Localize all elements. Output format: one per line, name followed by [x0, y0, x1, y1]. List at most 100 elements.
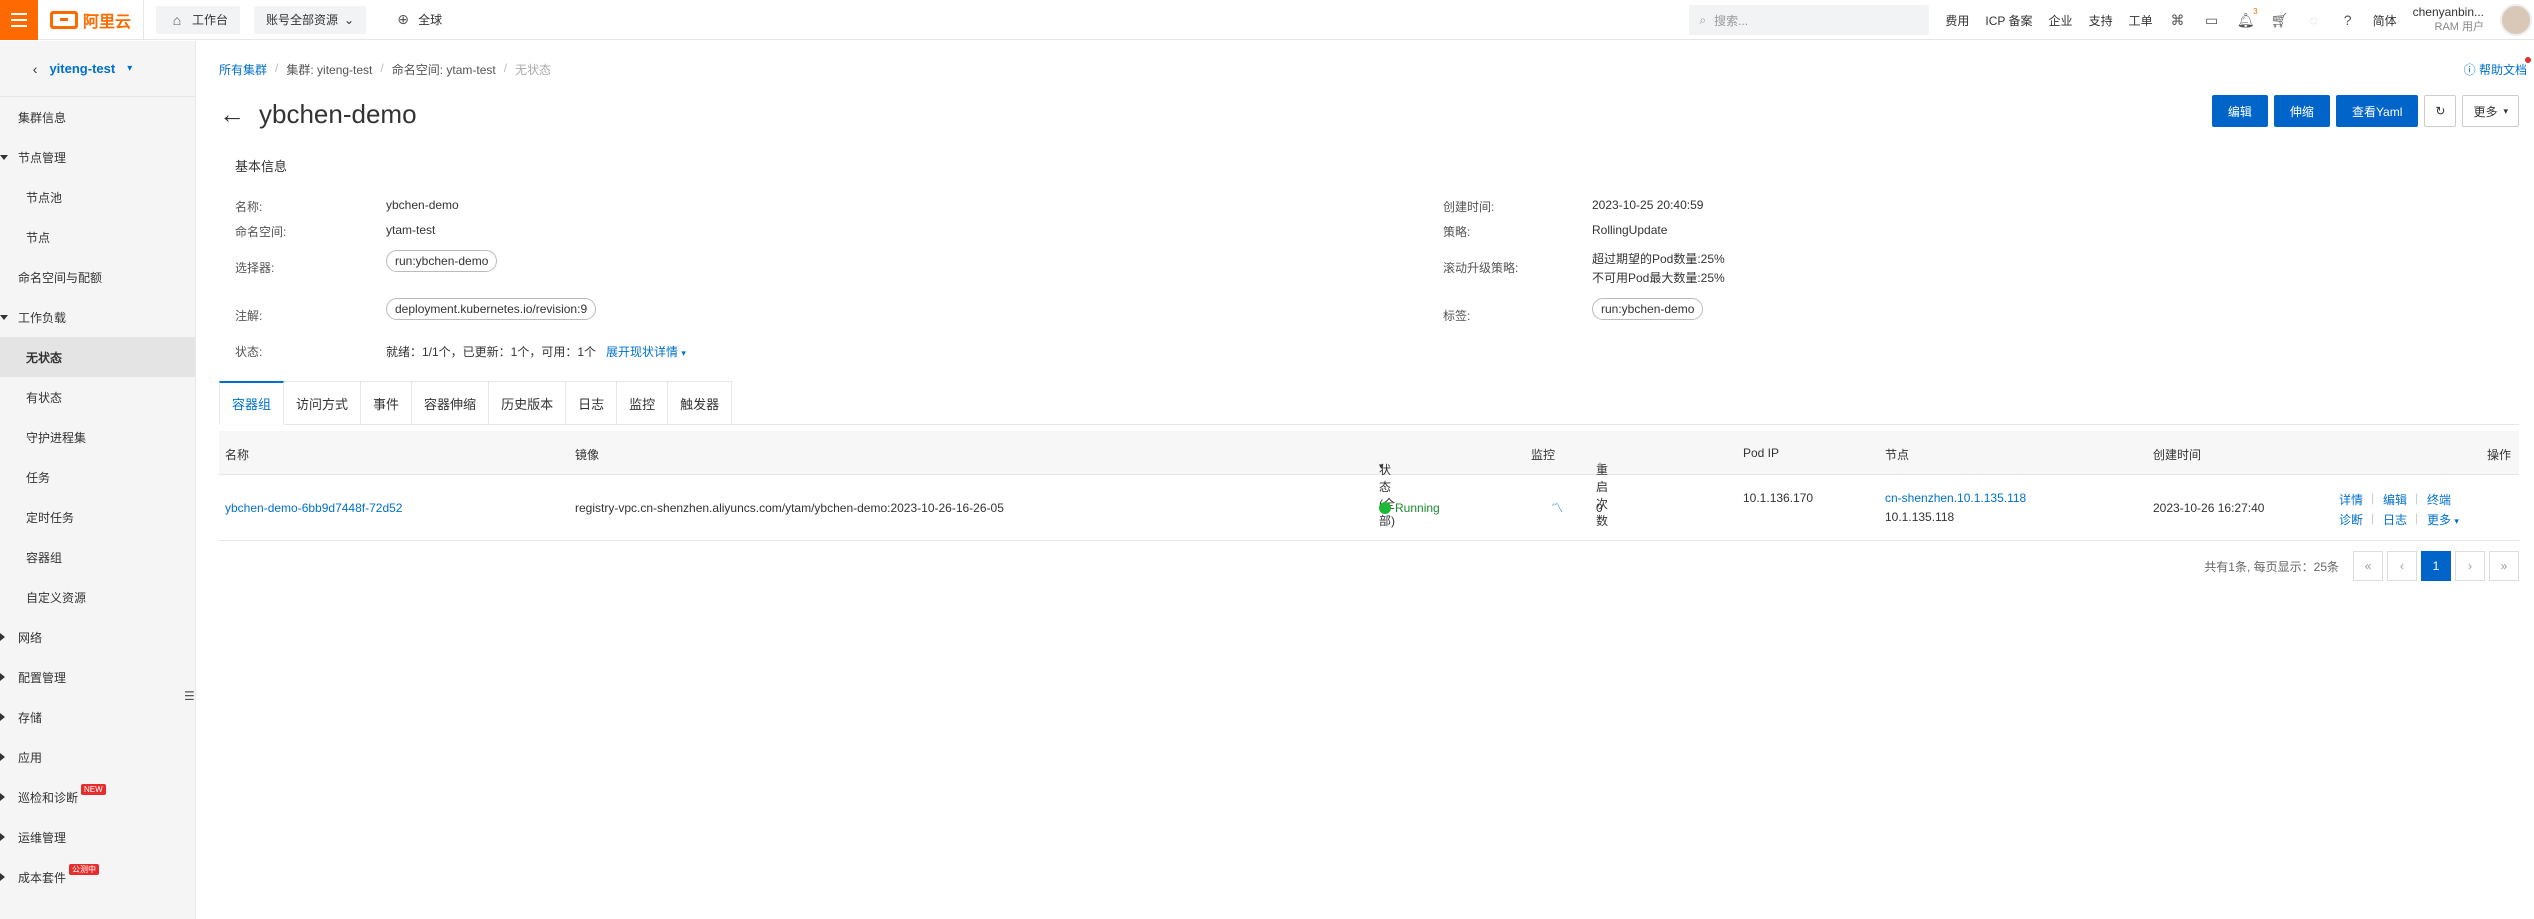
sidebar-item-14[interactable]: 配置管理	[0, 657, 195, 697]
sidebar-item-19[interactable]: 成本套件 公测中	[0, 857, 195, 897]
breadcrumb-cluster[interactable]: 集群: yiteng-test	[286, 61, 372, 78]
name-label: 名称:	[235, 200, 263, 214]
next-page-button[interactable]: ›	[2455, 551, 2485, 581]
tab-monitoring[interactable]: 监控	[617, 381, 669, 425]
sidebar-item-11[interactable]: 容器组	[0, 537, 195, 577]
resource-scope-dropdown[interactable]: 账号全部资源 ⌄	[254, 5, 367, 34]
created-label: 创建时间:	[1443, 200, 1495, 214]
cluster-switcher[interactable]: ‹ yiteng-test ▾	[0, 41, 195, 97]
cluster-name: yiteng-test	[49, 61, 116, 76]
node-link[interactable]: cn-shenzhen.10.1.135.118	[1885, 491, 2026, 505]
col-pod-ip: Pod IP	[1743, 446, 1780, 460]
pod-name-link[interactable]: ybchen-demo-6bb9d7448f-72d52	[225, 501, 402, 515]
terminal-icon[interactable]: ▭	[2203, 11, 2221, 29]
chevron-down-icon: ▾	[127, 63, 133, 74]
sidebar-item-17[interactable]: 巡检和诊断 NEW	[0, 777, 195, 817]
sidebar-item-label: 无状态	[26, 350, 63, 365]
last-page-button[interactable]: »	[2489, 551, 2519, 581]
sidebar-item-8[interactable]: 守护进程集	[0, 417, 195, 457]
language-switch[interactable]: 简体	[2373, 12, 2397, 29]
detail-link[interactable]: 详情	[2339, 491, 2363, 508]
notification-badge: 3	[2253, 7, 2258, 16]
pods-table: 名称 镜像 状态 (全部) ▾ 监控 重启次数 ⇕ Pod IP 节点 创建时间…	[219, 431, 2519, 541]
log-link[interactable]: 日志	[2383, 511, 2407, 528]
more-button[interactable]: 更多 ▾	[2462, 95, 2519, 127]
sidebar-item-7[interactable]: 有状态	[0, 377, 195, 417]
created-value: 2023-10-25 20:40:59	[1592, 198, 1704, 212]
annotations-label: 注解:	[235, 309, 263, 323]
link-billing[interactable]: 费用	[1945, 12, 1969, 29]
sidebar-item-18[interactable]: 运维管理	[0, 817, 195, 857]
user-menu[interactable]: chenyanbin... RAM 用户	[2413, 5, 2484, 35]
help-docs-link[interactable]: ⓘ 帮助文档	[2464, 57, 2532, 78]
sidebar-item-label: 网络	[18, 630, 43, 645]
sidebar-item-5[interactable]: 工作负载	[0, 297, 195, 337]
back-chevron-icon[interactable]: ‹	[33, 61, 38, 77]
sidebar-item-16[interactable]: 应用	[0, 737, 195, 777]
cart-icon[interactable]: 🛒︎	[2271, 11, 2289, 29]
page-1-button[interactable]: 1	[2421, 551, 2451, 581]
breadcrumb-namespace[interactable]: 命名空间: ytam-test	[392, 61, 496, 78]
aliyun-logo[interactable]: 阿里云	[50, 8, 131, 32]
link-support[interactable]: 支持	[2089, 12, 2113, 29]
sidebar-item-4[interactable]: 命名空间与配额	[0, 257, 195, 297]
new-badge: NEW	[81, 783, 106, 795]
edit-button[interactable]: 编辑	[2211, 95, 2268, 127]
tab-triggers[interactable]: 触发器	[668, 381, 733, 425]
sidebar-item-10[interactable]: 定时任务	[0, 497, 195, 537]
scale-button[interactable]: 伸缩	[2273, 95, 2330, 127]
bell-icon[interactable]: 🔔︎ 3	[2237, 7, 2258, 29]
name-value: ybchen-demo	[386, 198, 459, 212]
diagnose-link[interactable]: 诊断	[2339, 511, 2363, 528]
more-ops-dropdown[interactable]: 更多 ▾	[2427, 511, 2459, 528]
op-separator: |	[2371, 491, 2375, 505]
sidebar-item-1[interactable]: 节点管理	[0, 137, 195, 177]
terminal-link[interactable]: 终端	[2427, 491, 2451, 508]
link-enterprise[interactable]: 企业	[2049, 12, 2073, 29]
workbench-button[interactable]: ⌂ 工作台	[156, 5, 241, 34]
menu-icon[interactable]	[0, 0, 38, 40]
sidebar-item-label: 运维管理	[18, 830, 67, 845]
refresh-button[interactable]: ↻	[2424, 95, 2457, 127]
view-yaml-button[interactable]: 查看Yaml	[2335, 95, 2419, 127]
sidebar-item-13[interactable]: 网络	[0, 617, 195, 657]
resource-scope-label: 账号全部资源	[266, 13, 339, 27]
table-header: 名称 镜像 状态 (全部) ▾ 监控 重启次数 ⇕ Pod IP 节点 创建时间…	[219, 431, 2519, 528]
tab-events[interactable]: 事件	[361, 381, 413, 425]
expand-status-link[interactable]: 展开现状详情 ▾	[606, 343, 686, 360]
breadcrumb-separator: /	[380, 61, 384, 75]
user-name: chenyanbin...	[2412, 5, 2484, 19]
tab-logs[interactable]: 日志	[566, 381, 618, 425]
first-page-button[interactable]: «	[2353, 551, 2383, 581]
help-icon[interactable]: ?	[2339, 11, 2357, 29]
sidebar-item-0[interactable]: 集群信息	[0, 97, 195, 137]
collapse-sidebar-icon[interactable]: ☰	[184, 689, 195, 703]
region-selector[interactable]: ⊕ 全球	[394, 11, 442, 29]
back-arrow-icon[interactable]: ←	[219, 99, 245, 130]
sidebar-item-6[interactable]: 无状态	[0, 337, 195, 377]
tab-access[interactable]: 访问方式	[284, 381, 362, 425]
user-role: RAM 用户	[2434, 21, 2485, 33]
cli-icon[interactable]: ⌘	[2169, 11, 2187, 29]
link-icp[interactable]: ICP 备案	[1985, 12, 2032, 29]
node-ip: 10.1.135.118	[1885, 510, 1955, 524]
sidebar-item-2[interactable]: 节点池	[0, 177, 195, 217]
pod-status-text: Running	[1395, 501, 1440, 515]
link-ticket[interactable]: 工单	[2129, 12, 2153, 29]
sidebar-item-9[interactable]: 任务	[0, 457, 195, 497]
search-input[interactable]: ⌕ 搜索...	[1689, 5, 1930, 35]
sidebar-item-15[interactable]: 存储	[0, 697, 195, 737]
tab-pods[interactable]: 容器组	[219, 381, 285, 425]
edit-link[interactable]: 编辑	[2383, 491, 2407, 508]
chart-icon[interactable]: 〽	[1551, 499, 1563, 516]
bulb-icon[interactable]: ◌	[2305, 11, 2323, 29]
avatar[interactable]	[2500, 4, 2532, 36]
sidebar-item-3[interactable]: 节点	[0, 217, 195, 257]
tab-autoscaling[interactable]: 容器伸缩	[412, 381, 490, 425]
tab-history[interactable]: 历史版本	[489, 381, 567, 425]
col-created: 创建时间	[2153, 448, 2202, 462]
top-bar: 阿里云 ⌂ 工作台 账号全部资源 ⌄ ⊕ 全球 ⌕ 搜索... 费用 ICP 备…	[0, 0, 2534, 40]
breadcrumb-all-clusters[interactable]: 所有集群	[219, 61, 267, 78]
sidebar-item-12[interactable]: 自定义资源	[0, 577, 195, 617]
prev-page-button[interactable]: ‹	[2387, 551, 2417, 581]
